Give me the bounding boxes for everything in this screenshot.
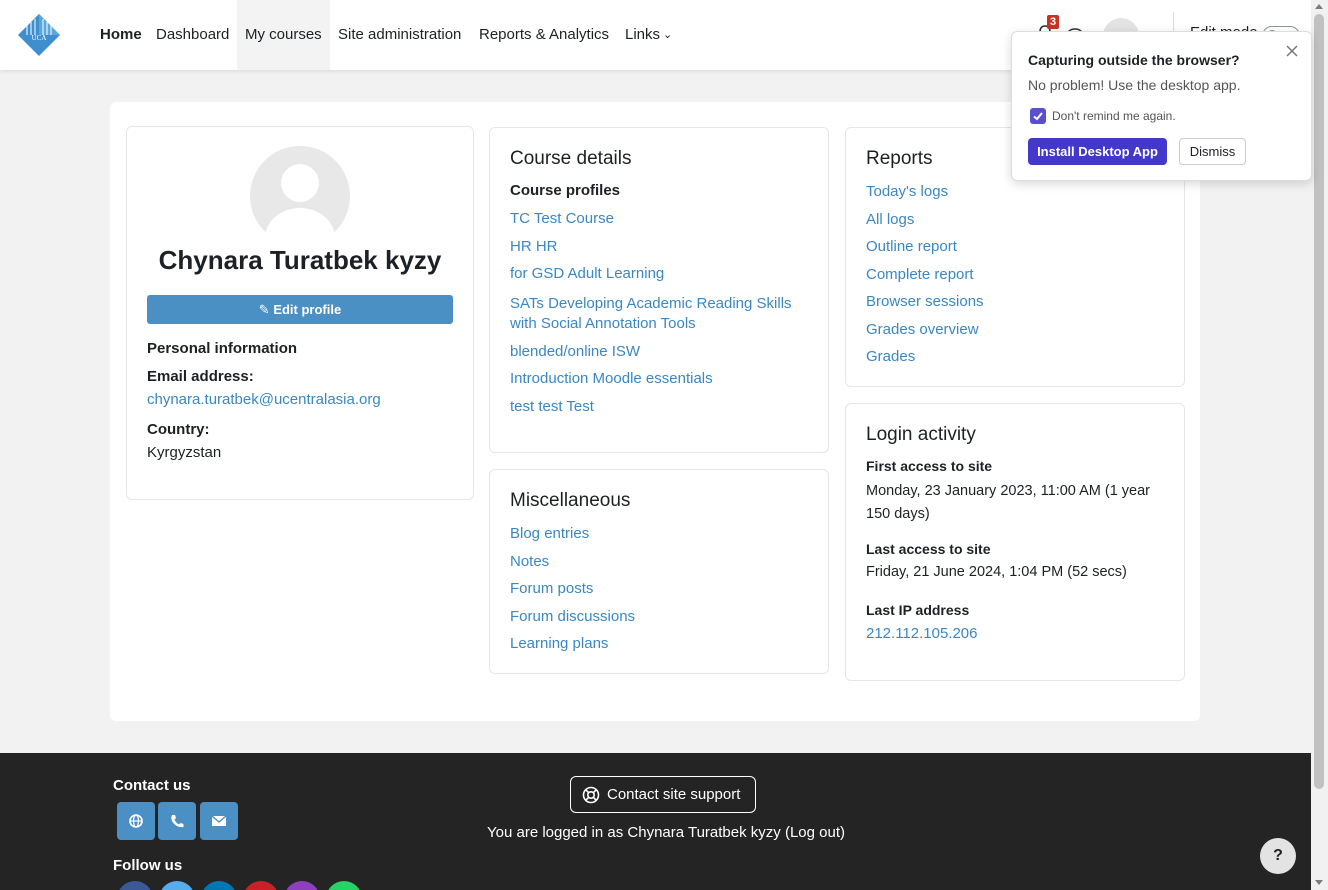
nav-site-administration[interactable]: Site administration	[330, 0, 469, 70]
scroll-up-arrow[interactable]	[1315, 4, 1323, 9]
twitter-icon[interactable]	[159, 881, 195, 890]
course-profiles-heading: Course profiles	[510, 182, 621, 199]
miscellaneous-title: Miscellaneous	[510, 490, 631, 511]
main-region: Chynara Turatbek kyzy ✎ Edit profile Per…	[110, 102, 1200, 721]
whatsapp-icon[interactable]	[326, 881, 362, 890]
lifebuoy-icon	[582, 786, 600, 804]
help-button[interactable]: ?	[1260, 838, 1296, 874]
course-list: TC Test Course HR HR for GSD Adult Learn…	[510, 209, 792, 424]
email-label: Email address:	[147, 368, 254, 385]
misc-link-learning-plans[interactable]: Learning plans	[510, 634, 635, 662]
misc-link-forum-posts[interactable]: Forum posts	[510, 579, 635, 607]
first-access-value-line1: Monday, 23 January 2023, 11:00 AM (1 yea…	[866, 483, 1150, 499]
course-link-continued[interactable]: with Social Annotation Tools	[510, 314, 792, 342]
page-scrollbar[interactable]	[1311, 0, 1328, 890]
last-ip-link[interactable]: 212.112.105.206	[866, 625, 978, 642]
nav-reports-analytics[interactable]: Reports & Analytics	[471, 0, 617, 70]
course-link[interactable]: HR HR	[510, 237, 792, 265]
edit-icon: ✎	[258, 302, 270, 317]
last-ip-label: Last IP address	[866, 602, 970, 618]
last-access-label: Last access to site	[866, 541, 991, 557]
course-link[interactable]: Introduction Moodle essentials	[510, 369, 792, 397]
course-link[interactable]: TC Test Course	[510, 209, 792, 237]
report-link-all-logs[interactable]: All logs	[866, 210, 984, 238]
report-link-outline[interactable]: Outline report	[866, 237, 984, 265]
checkmark-icon	[1033, 112, 1043, 121]
popup-title: Capturing outside the browser?	[1028, 52, 1240, 68]
nav-home[interactable]: Home	[92, 0, 150, 70]
report-link-todays-logs[interactable]: Today's logs	[866, 182, 984, 210]
facebook-icon[interactable]	[117, 881, 153, 890]
profile-card: Chynara Turatbek kyzy ✎ Edit profile Per…	[126, 126, 474, 500]
course-link[interactable]: blended/online ISW	[510, 342, 792, 370]
edit-profile-button[interactable]: ✎ Edit profile	[147, 295, 453, 324]
report-link-grades-overview[interactable]: Grades overview	[866, 320, 984, 348]
desktop-app-popup: Capturing outside the browser? No proble…	[1011, 31, 1312, 181]
course-details-title: Course details	[510, 148, 632, 169]
svg-text:UCA: UCA	[32, 34, 47, 42]
envelope-icon	[211, 815, 227, 826]
chevron-down-icon: ⌄	[663, 29, 673, 41]
reports-list: Today's logs All logs Outline report Com…	[866, 182, 984, 375]
report-link-browser-sessions[interactable]: Browser sessions	[866, 292, 984, 320]
edit-profile-label: Edit profile	[273, 302, 342, 317]
dont-remind-checkbox[interactable]	[1030, 108, 1046, 124]
instagram-icon[interactable]	[284, 881, 320, 890]
report-link-complete[interactable]: Complete report	[866, 265, 984, 293]
follow-us-heading: Follow us	[113, 857, 183, 874]
globe-button[interactable]	[117, 802, 155, 840]
page-footer: Contact us Follow us Contact site suppor…	[0, 753, 1311, 890]
misc-link-blog[interactable]: Blog entries	[510, 524, 635, 552]
linkedin-icon[interactable]	[201, 881, 237, 890]
scroll-down-arrow[interactable]	[1315, 880, 1323, 885]
close-icon[interactable]	[1285, 44, 1299, 58]
last-access-value: Friday, 21 June 2024, 1:04 PM (52 secs)	[866, 564, 1127, 580]
profile-picture	[250, 146, 350, 246]
miscellaneous-card: Miscellaneous Blog entries Notes Forum p…	[489, 469, 829, 674]
first-access-label: First access to site	[866, 458, 993, 474]
first-access-value: Monday, 23 January 2023, 11:00 AM (1 yea…	[866, 480, 1150, 525]
nav-links-label: Links	[625, 26, 661, 43]
login-activity-title: Login activity	[866, 424, 976, 445]
country-value: Kyrgyzstan	[147, 444, 222, 461]
email-button[interactable]	[200, 802, 238, 840]
phone-icon	[171, 815, 184, 828]
course-link[interactable]: SATs Developing Academic Reading Skills	[510, 292, 792, 314]
profile-name: Chynara Turatbek kyzy	[158, 245, 442, 275]
nav-dashboard[interactable]: Dashboard	[148, 0, 237, 70]
popup-subtitle: No problem! Use the desktop app.	[1028, 77, 1241, 93]
reports-title: Reports	[866, 148, 933, 169]
nav-links[interactable]: Links ⌄	[617, 0, 680, 70]
course-link[interactable]: for GSD Adult Learning	[510, 264, 792, 292]
contact-site-support-label: Contact site support	[607, 786, 741, 803]
uca-logo[interactable]: UCA	[17, 13, 61, 57]
dont-remind-label: Don't remind me again.	[1052, 109, 1176, 123]
dismiss-button[interactable]: Dismiss	[1179, 138, 1246, 165]
contact-us-heading: Contact us	[113, 777, 191, 794]
course-link[interactable]: test test Test	[510, 397, 792, 425]
nav-my-courses[interactable]: My courses	[237, 0, 330, 70]
course-details-card: Course details Course profiles TC Test C…	[489, 127, 829, 453]
first-access-value-line2: 150 days)	[866, 505, 930, 522]
report-link-grades[interactable]: Grades	[866, 347, 984, 375]
notification-badge: 3	[1047, 15, 1060, 29]
logged-in-text: You are logged in as Chynara Turatbek ky…	[487, 824, 845, 841]
phone-button[interactable]	[158, 802, 196, 840]
email-link[interactable]: chynara.turatbek@ucentralasia.org	[147, 391, 381, 408]
misc-list: Blog entries Notes Forum posts Forum dis…	[510, 524, 635, 662]
pinterest-icon[interactable]	[243, 881, 279, 890]
misc-link-forum-discussions[interactable]: Forum discussions	[510, 607, 635, 635]
login-activity-card: Login activity First access to site Mond…	[845, 403, 1185, 681]
install-desktop-app-button[interactable]: Install Desktop App	[1028, 138, 1167, 165]
globe-icon	[129, 814, 143, 828]
misc-link-notes[interactable]: Notes	[510, 552, 635, 580]
country-label: Country:	[147, 421, 210, 438]
personal-info-heading: Personal information	[147, 340, 298, 357]
scrollbar-thumb[interactable]	[1314, 14, 1324, 789]
contact-site-support-button[interactable]: Contact site support	[570, 776, 756, 813]
